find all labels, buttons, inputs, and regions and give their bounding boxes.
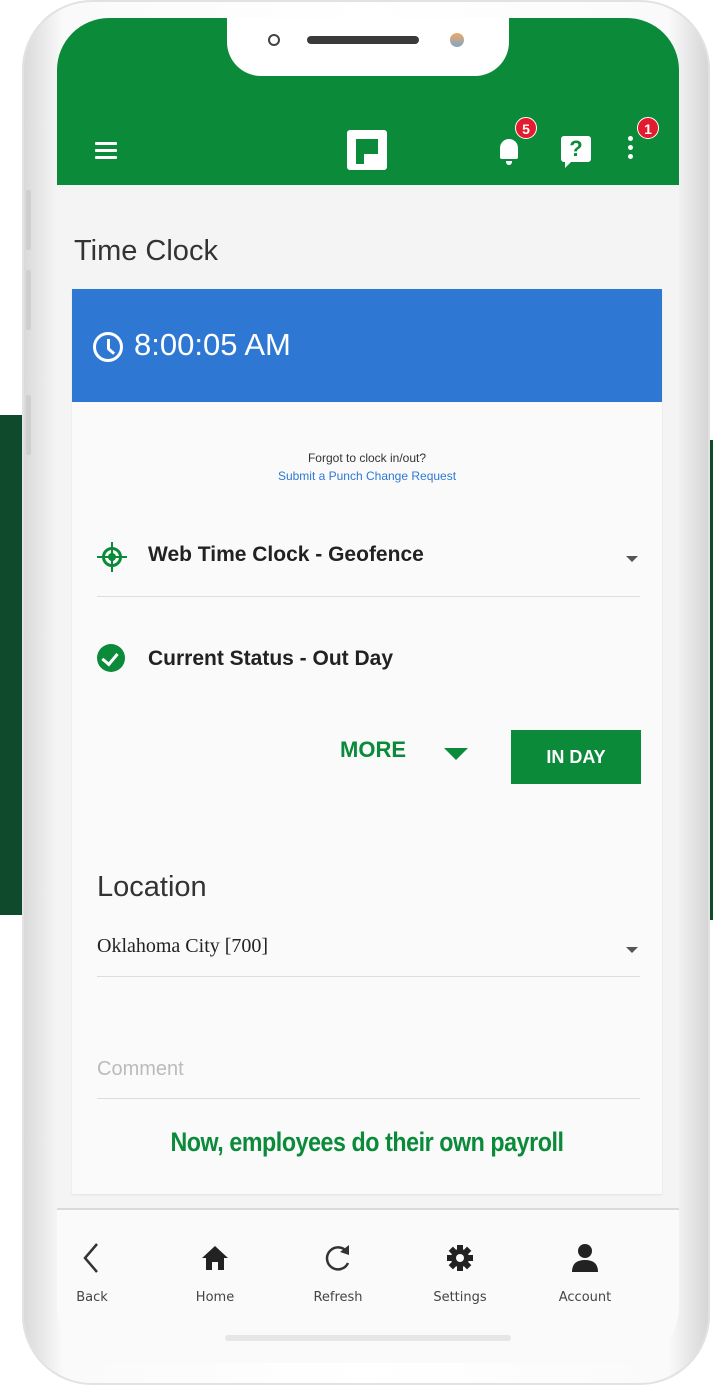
app-logo — [347, 130, 387, 170]
home-icon — [202, 1246, 228, 1270]
bottom-navigation: Back Home Refresh Settings Account — [57, 1208, 679, 1363]
current-time: 8:00:05 AM — [134, 327, 291, 362]
speaker-grille — [307, 36, 419, 44]
in-day-button[interactable]: IN DAY — [511, 730, 641, 784]
notifications-badge: 5 — [515, 117, 537, 139]
phone-side-button — [26, 395, 31, 455]
phone-side-button — [26, 190, 31, 250]
hamburger-menu-icon[interactable] — [95, 142, 117, 159]
help-glyph: ? — [561, 136, 591, 162]
sensor-icon — [450, 33, 464, 47]
check-circle-icon — [97, 644, 125, 672]
nav-back-label: Back — [76, 1290, 108, 1305]
account-icon — [572, 1244, 598, 1272]
notifications-bell-icon[interactable] — [497, 135, 523, 167]
more-caret-icon[interactable] — [444, 748, 468, 760]
clock-icon — [93, 332, 123, 362]
phone-notch — [227, 18, 509, 76]
dropdown-caret-icon — [626, 947, 638, 953]
nav-home[interactable]: Home — [170, 1242, 260, 1312]
app-screen: 5 ? 1 Time Clock 8:00:05 AM Forgot to cl… — [57, 18, 679, 1363]
nav-account-label: Account — [558, 1290, 612, 1305]
app-header: 5 ? 1 — [57, 18, 679, 185]
time-clock-select-value: Web Time Clock - Geofence — [148, 543, 424, 566]
nav-back[interactable]: Back — [57, 1242, 137, 1312]
punch-change-request-link[interactable]: Submit a Punch Change Request — [72, 469, 662, 483]
settings-icon — [447, 1245, 473, 1271]
location-select-value: Oklahoma City [700] — [97, 935, 269, 957]
location-select[interactable]: Oklahoma City [700] — [97, 929, 640, 977]
current-status-row: Current Status - Out Day — [97, 627, 640, 677]
dropdown-caret-icon — [626, 556, 638, 562]
page-title: Time Clock — [74, 235, 218, 267]
help-icon[interactable]: ? — [561, 136, 593, 170]
time-clock-select[interactable]: Web Time Clock - Geofence — [97, 534, 640, 597]
comment-field[interactable]: Comment — [97, 1054, 640, 1099]
more-options-badge: 1 — [637, 117, 659, 139]
comment-placeholder: Comment — [97, 1058, 184, 1080]
more-options-icon[interactable] — [625, 136, 635, 168]
location-label: Location — [97, 871, 207, 903]
current-status-text: Current Status - Out Day — [148, 647, 394, 670]
nav-settings-label: Settings — [433, 1290, 487, 1305]
marketing-tagline: Now, employees do their own payroll — [170, 1127, 564, 1157]
time-clock-card: 8:00:05 AM Forgot to clock in/out? Submi… — [72, 289, 662, 1194]
more-button[interactable]: MORE — [340, 737, 406, 763]
current-time-bar: 8:00:05 AM — [72, 289, 662, 402]
phone-side-button — [26, 270, 31, 330]
refresh-icon — [325, 1245, 350, 1271]
back-icon — [83, 1243, 98, 1273]
nav-refresh-label: Refresh — [313, 1290, 363, 1305]
nav-account[interactable]: Account — [540, 1242, 630, 1312]
forgot-punch-text: Forgot to clock in/out? — [307, 451, 427, 465]
camera-icon — [268, 34, 280, 46]
home-indicator-bar[interactable] — [225, 1335, 511, 1341]
nav-home-label: Home — [195, 1290, 235, 1305]
nav-refresh[interactable]: Refresh — [293, 1242, 383, 1312]
nav-settings[interactable]: Settings — [415, 1242, 505, 1312]
geofence-target-icon — [97, 542, 127, 572]
